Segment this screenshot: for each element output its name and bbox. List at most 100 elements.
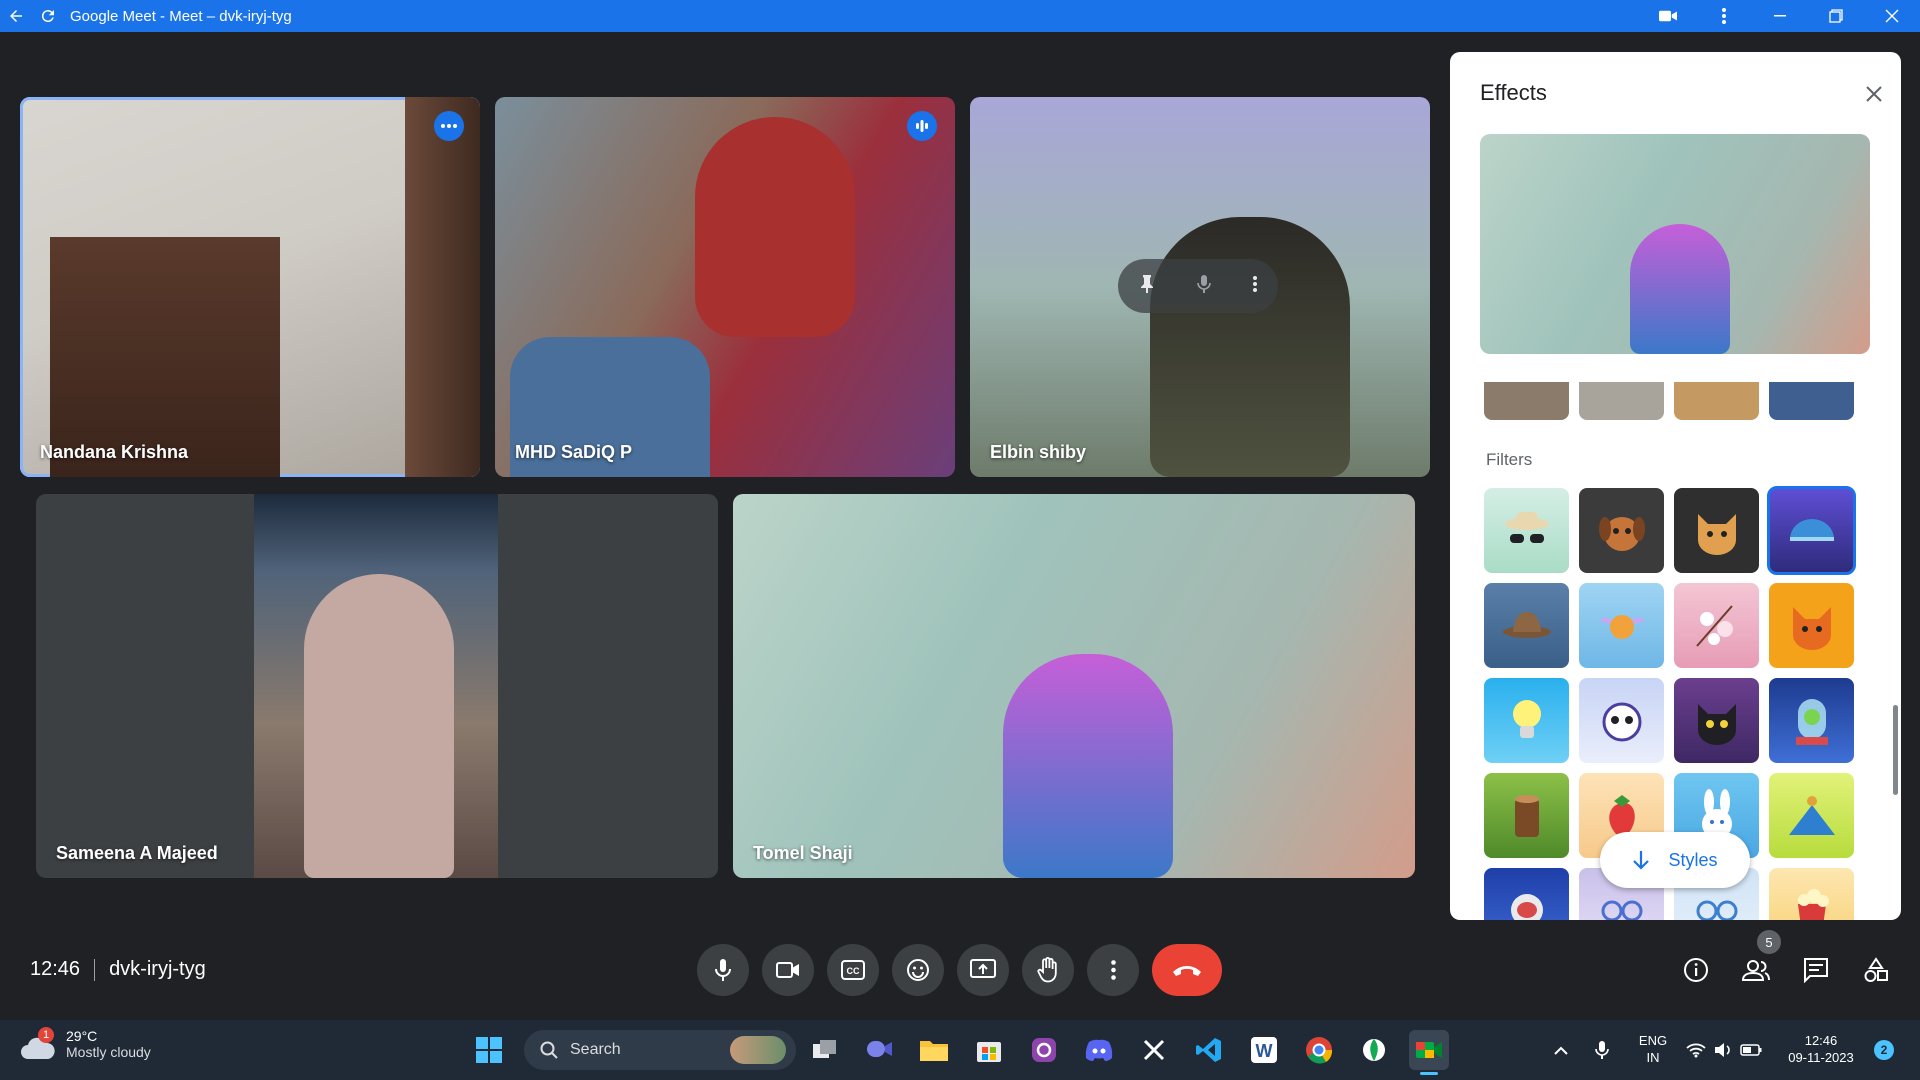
chrome-icon <box>1306 1037 1333 1064</box>
microphone-icon <box>715 959 731 981</box>
filter-puppy[interactable] <box>1579 488 1664 573</box>
more-options-button[interactable] <box>1087 944 1139 996</box>
filter-cherry-blossom[interactable] <box>1674 583 1759 668</box>
discord-app[interactable] <box>1079 1030 1119 1070</box>
vscode-app[interactable] <box>1189 1030 1229 1070</box>
language-indicator[interactable]: ENG IN <box>1636 1032 1670 1066</box>
filter-flying-cat[interactable] <box>1579 583 1664 668</box>
os-taskbar <box>0 1020 1920 1080</box>
participant-name: Nandana Krishna <box>40 442 189 462</box>
participant-tile-5[interactable]: Tomel Shaji <box>733 494 1415 878</box>
active-app-indicator <box>1420 1072 1438 1075</box>
filter-headphones-helmet[interactable] <box>1767 486 1856 575</box>
clock-date: 09-11-2023 <box>1788 1050 1854 1065</box>
weather-condition: Mostly cloudy <box>66 1044 151 1060</box>
pin-icon[interactable] <box>1139 274 1155 299</box>
background-option[interactable] <box>1484 382 1569 420</box>
divider <box>94 958 96 981</box>
leaf-icon <box>1363 1039 1385 1061</box>
word-icon: W <box>1251 1037 1277 1063</box>
show-hidden-icons[interactable] <box>1541 1030 1581 1070</box>
window-menu-icon[interactable] <box>1696 0 1752 32</box>
svg-text:W: W <box>1256 1041 1273 1061</box>
chrome-app[interactable] <box>1299 1030 1339 1070</box>
activities-shapes-icon <box>1864 957 1888 982</box>
filter-cowboy-hat[interactable] <box>1484 583 1569 668</box>
speaking-indicator-icon <box>907 111 937 141</box>
teams-meet-app[interactable] <box>860 1030 900 1070</box>
chat-button[interactable] <box>1796 950 1836 990</box>
end-call-icon <box>1173 966 1201 976</box>
camera-button[interactable] <box>762 944 814 996</box>
panel-scrollbar[interactable] <box>1893 705 1898 795</box>
leave-call-button[interactable] <box>1152 944 1222 996</box>
filter-cat[interactable] <box>1674 488 1759 573</box>
filter-lightbulb[interactable] <box>1484 678 1569 763</box>
mic-tray[interactable] <box>1582 1030 1622 1070</box>
filter-astronaut[interactable] <box>1484 868 1569 920</box>
video-feed-face <box>304 574 454 878</box>
more-options-icon[interactable] <box>434 111 464 141</box>
clock[interactable]: 12:46 09-11-2023 <box>1776 1032 1866 1066</box>
microsoft-store-app[interactable] <box>969 1030 1009 1070</box>
copilot-app[interactable] <box>1024 1030 1064 1070</box>
meeting-code: dvk-iryj-tyg <box>109 958 206 980</box>
microphone-button[interactable] <box>697 944 749 996</box>
participant-name: Elbin shiby <box>990 442 1087 462</box>
filter-orange-cat[interactable] <box>1769 583 1854 668</box>
background-option[interactable] <box>1769 382 1854 420</box>
participant-menu-icon[interactable] <box>1253 275 1257 297</box>
activities-button[interactable] <box>1856 950 1896 990</box>
participant-tile-1[interactable]: Nandana Krishna <box>20 97 480 477</box>
meeting-details-button[interactable] <box>1676 950 1716 990</box>
participant-name: MHD SaDiQ P <box>515 442 633 462</box>
minimize-icon[interactable] <box>1752 0 1808 32</box>
weather-widget[interactable]: 1 29°C Mostly cloudy <box>20 1027 151 1060</box>
task-view-button[interactable] <box>805 1030 845 1070</box>
notification-badge[interactable]: 2 <box>1874 1040 1894 1060</box>
restore-icon[interactable] <box>1808 0 1864 32</box>
reactions-button[interactable] <box>892 944 944 996</box>
participant-tile-4[interactable]: Sameena A Majeed <box>36 494 718 878</box>
present-button[interactable] <box>957 944 1009 996</box>
background-option[interactable] <box>1674 382 1759 420</box>
filter-tent[interactable] <box>1769 773 1854 858</box>
arrow-down-icon <box>1633 851 1650 870</box>
filter-alien-jar[interactable] <box>1769 678 1854 763</box>
reload-icon[interactable] <box>32 0 64 32</box>
meet-icon <box>1416 1042 1442 1058</box>
back-arrow-icon[interactable] <box>0 0 32 32</box>
mongodb-app[interactable] <box>1354 1030 1394 1070</box>
styles-button[interactable]: Styles <box>1600 832 1750 888</box>
raise-hand-button[interactable] <box>1022 944 1074 996</box>
word-app[interactable]: W <box>1244 1030 1284 1070</box>
google-meet-app[interactable] <box>1409 1030 1449 1070</box>
x-app[interactable] <box>1134 1030 1174 1070</box>
file-explorer-app[interactable] <box>914 1030 954 1070</box>
network-volume-battery-tray[interactable] <box>1684 1030 1764 1070</box>
filter-popcorn[interactable] <box>1769 868 1854 920</box>
camera-indicator-icon[interactable] <box>1640 0 1696 32</box>
filter-sunglasses-hat[interactable] <box>1484 488 1569 573</box>
battery-icon <box>1740 1044 1762 1056</box>
taskbar-search[interactable]: Search <box>524 1030 796 1070</box>
close-window-icon[interactable] <box>1864 0 1920 32</box>
self-preview <box>1480 134 1870 354</box>
mute-participant-icon[interactable] <box>1197 274 1211 299</box>
windows-logo-icon <box>476 1037 502 1063</box>
filter-black-cat[interactable] <box>1674 678 1759 763</box>
search-highlight-image <box>730 1036 786 1064</box>
wifi-icon <box>1686 1043 1706 1058</box>
background-option[interactable] <box>1579 382 1664 420</box>
people-button[interactable] <box>1736 950 1776 990</box>
filter-tree-stump[interactable] <box>1484 773 1569 858</box>
participant-tile-2[interactable]: MHD SaDiQ P <box>495 97 955 477</box>
participant-tile-3[interactable]: Elbin shiby <box>970 97 1430 477</box>
svg-text:CC: CC <box>847 966 860 976</box>
captions-button[interactable]: CC <box>827 944 879 996</box>
start-button[interactable] <box>469 1030 509 1070</box>
filter-panda-astronaut[interactable] <box>1579 678 1664 763</box>
close-icon[interactable] <box>1860 80 1888 108</box>
video-feed <box>1630 224 1730 354</box>
search-label: Search <box>570 1041 621 1058</box>
